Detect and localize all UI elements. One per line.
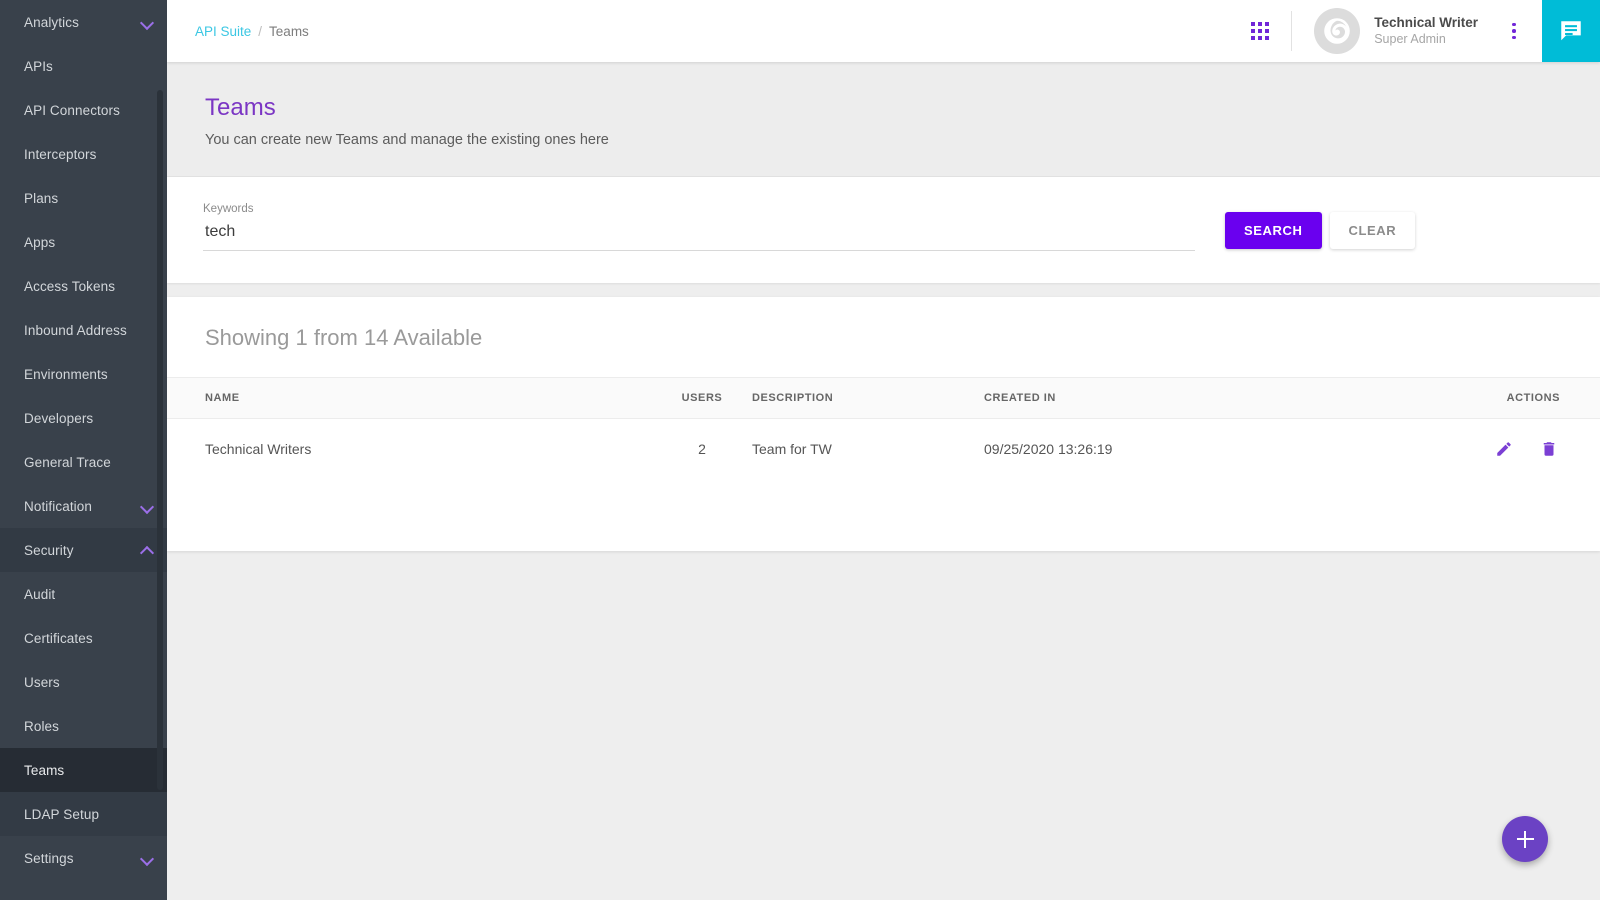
sidebar-item-developers[interactable]: Developers [0, 396, 167, 440]
table-head: NAME USERS DESCRIPTION CREATED IN ACTION… [167, 378, 1600, 419]
sidebar-item-label: Environments [24, 367, 108, 382]
cell-users: 2 [652, 419, 752, 480]
search-panel: Keywords SEARCH CLEAR [167, 177, 1600, 283]
clear-button[interactable]: CLEAR [1330, 212, 1416, 249]
sidebar-item-label: Notification [24, 499, 92, 514]
top-bar: API Suite / Teams Technical Writer Super… [167, 0, 1600, 62]
apps-grid-icon[interactable] [1251, 22, 1269, 40]
keywords-field-group: Keywords [203, 203, 1195, 251]
sidebar-item-security[interactable]: Security [0, 528, 167, 572]
trash-icon[interactable] [1540, 440, 1558, 458]
chevron-down-icon[interactable] [141, 852, 153, 864]
sidebar-item-certificates[interactable]: Certificates [0, 616, 167, 660]
sidebar-item-label: Audit [24, 587, 55, 602]
sidebar-scrollbar-track[interactable] [159, 0, 165, 900]
main-content: API Suite / Teams Technical Writer Super… [167, 0, 1600, 900]
column-header-name[interactable]: NAME [167, 378, 652, 419]
more-vertical-icon[interactable] [1504, 19, 1524, 43]
keywords-label: Keywords [203, 203, 1195, 215]
sidebar-item-label: Plans [24, 191, 58, 206]
sidebar-item-analytics[interactable]: Analytics [0, 0, 167, 44]
sidebar-item-apis[interactable]: APIs [0, 44, 167, 88]
top-bar-divider [1291, 11, 1292, 51]
results-summary: Showing 1 from 14 Available [167, 297, 1600, 377]
breadcrumb-root-link[interactable]: API Suite [195, 24, 251, 39]
add-team-button[interactable] [1502, 816, 1548, 862]
app-root: Analytics APIs API Connectors Interceptors P… [0, 0, 1600, 900]
breadcrumb: API Suite / Teams [167, 24, 309, 39]
column-header-description[interactable]: DESCRIPTION [752, 378, 984, 419]
cell-description: Team for TW [752, 419, 984, 480]
sidebar-item-general-trace[interactable]: General Trace [0, 440, 167, 484]
top-bar-right-group: Technical Writer Super Admin [1251, 0, 1600, 62]
sidebar-item-users[interactable]: Users [0, 660, 167, 704]
plus-icon-vertical [1524, 831, 1526, 848]
search-button[interactable]: SEARCH [1225, 212, 1322, 249]
page-subtitle: You can create new Teams and manage the … [205, 132, 1600, 148]
sidebar-item-label: General Trace [24, 455, 111, 470]
sidebar-item-label: APIs [24, 59, 53, 74]
sidebar-item-label: Users [24, 675, 60, 690]
sidebar-item-label: Inbound Address [24, 323, 127, 338]
pencil-icon[interactable] [1495, 440, 1513, 458]
sidebar-item-label: API Connectors [24, 103, 120, 118]
sidebar: Analytics APIs API Connectors Interceptors P… [0, 0, 167, 900]
sidebar-item-label: Roles [24, 719, 59, 734]
sidebar-item-notification[interactable]: Notification [0, 484, 167, 528]
sidebar-item-inbound-address[interactable]: Inbound Address [0, 308, 167, 352]
sidebar-item-label: Analytics [24, 15, 79, 30]
cell-name: Technical Writers [167, 419, 652, 480]
sidebar-item-roles[interactable]: Roles [0, 704, 167, 748]
cell-created-in: 09/25/2020 13:26:19 [984, 419, 1404, 480]
page-header: Teams You can create new Teams and manag… [167, 62, 1600, 177]
sidebar-item-ldap-setup[interactable]: LDAP Setup [0, 792, 167, 836]
sidebar-item-label: Security [24, 543, 74, 558]
column-header-actions: ACTIONS [1404, 378, 1600, 419]
results-panel: Showing 1 from 14 Available NAME USERS D… [167, 297, 1600, 551]
chat-bubble-icon[interactable] [1542, 0, 1600, 62]
sidebar-item-label: Developers [24, 411, 93, 426]
sidebar-item-label: LDAP Setup [24, 807, 99, 822]
breadcrumb-separator: / [258, 24, 262, 39]
page-title: Teams [205, 94, 1600, 122]
user-avatar-icon[interactable] [1314, 8, 1360, 54]
cell-actions [1404, 419, 1600, 480]
column-header-created-in[interactable]: CREATED IN [984, 378, 1404, 419]
column-header-users[interactable]: USERS [652, 378, 752, 419]
sidebar-item-label: Interceptors [24, 147, 96, 162]
sidebar-item-interceptors[interactable]: Interceptors [0, 132, 167, 176]
breadcrumb-current: Teams [269, 24, 309, 39]
sidebar-item-label: Settings [24, 851, 74, 866]
sidebar-item-audit[interactable]: Audit [0, 572, 167, 616]
sidebar-item-access-tokens[interactable]: Access Tokens [0, 264, 167, 308]
sidebar-item-label: Certificates [24, 631, 93, 646]
user-info: Technical Writer Super Admin [1374, 15, 1478, 48]
table-header-row: NAME USERS DESCRIPTION CREATED IN ACTION… [167, 378, 1600, 419]
sidebar-item-teams[interactable]: Teams [0, 748, 167, 792]
chevron-down-icon[interactable] [141, 500, 153, 512]
user-role: Super Admin [1374, 32, 1478, 48]
sidebar-item-plans[interactable]: Plans [0, 176, 167, 220]
sidebar-item-label: Access Tokens [24, 279, 115, 294]
sidebar-item-api-connectors[interactable]: API Connectors [0, 88, 167, 132]
sidebar-item-settings[interactable]: Settings [0, 836, 167, 880]
chevron-down-icon[interactable] [141, 16, 153, 28]
sidebar-scrollbar-thumb[interactable] [157, 90, 163, 790]
sidebar-item-apps[interactable]: Apps [0, 220, 167, 264]
user-name: Technical Writer [1374, 15, 1478, 32]
search-buttons: SEARCH CLEAR [1225, 212, 1415, 251]
sidebar-item-label: Apps [24, 235, 55, 250]
table-body: Technical Writers2Team for TW09/25/2020 … [167, 419, 1600, 480]
sidebar-nav-list: Analytics APIs API Connectors Interceptors P… [0, 0, 167, 880]
table-row[interactable]: Technical Writers2Team for TW09/25/2020 … [167, 419, 1600, 480]
sidebar-item-label: Teams [24, 763, 64, 778]
chevron-up-icon[interactable] [141, 544, 153, 556]
sidebar-item-environments[interactable]: Environments [0, 352, 167, 396]
search-input[interactable] [203, 223, 1195, 251]
teams-table: NAME USERS DESCRIPTION CREATED IN ACTION… [167, 377, 1600, 479]
